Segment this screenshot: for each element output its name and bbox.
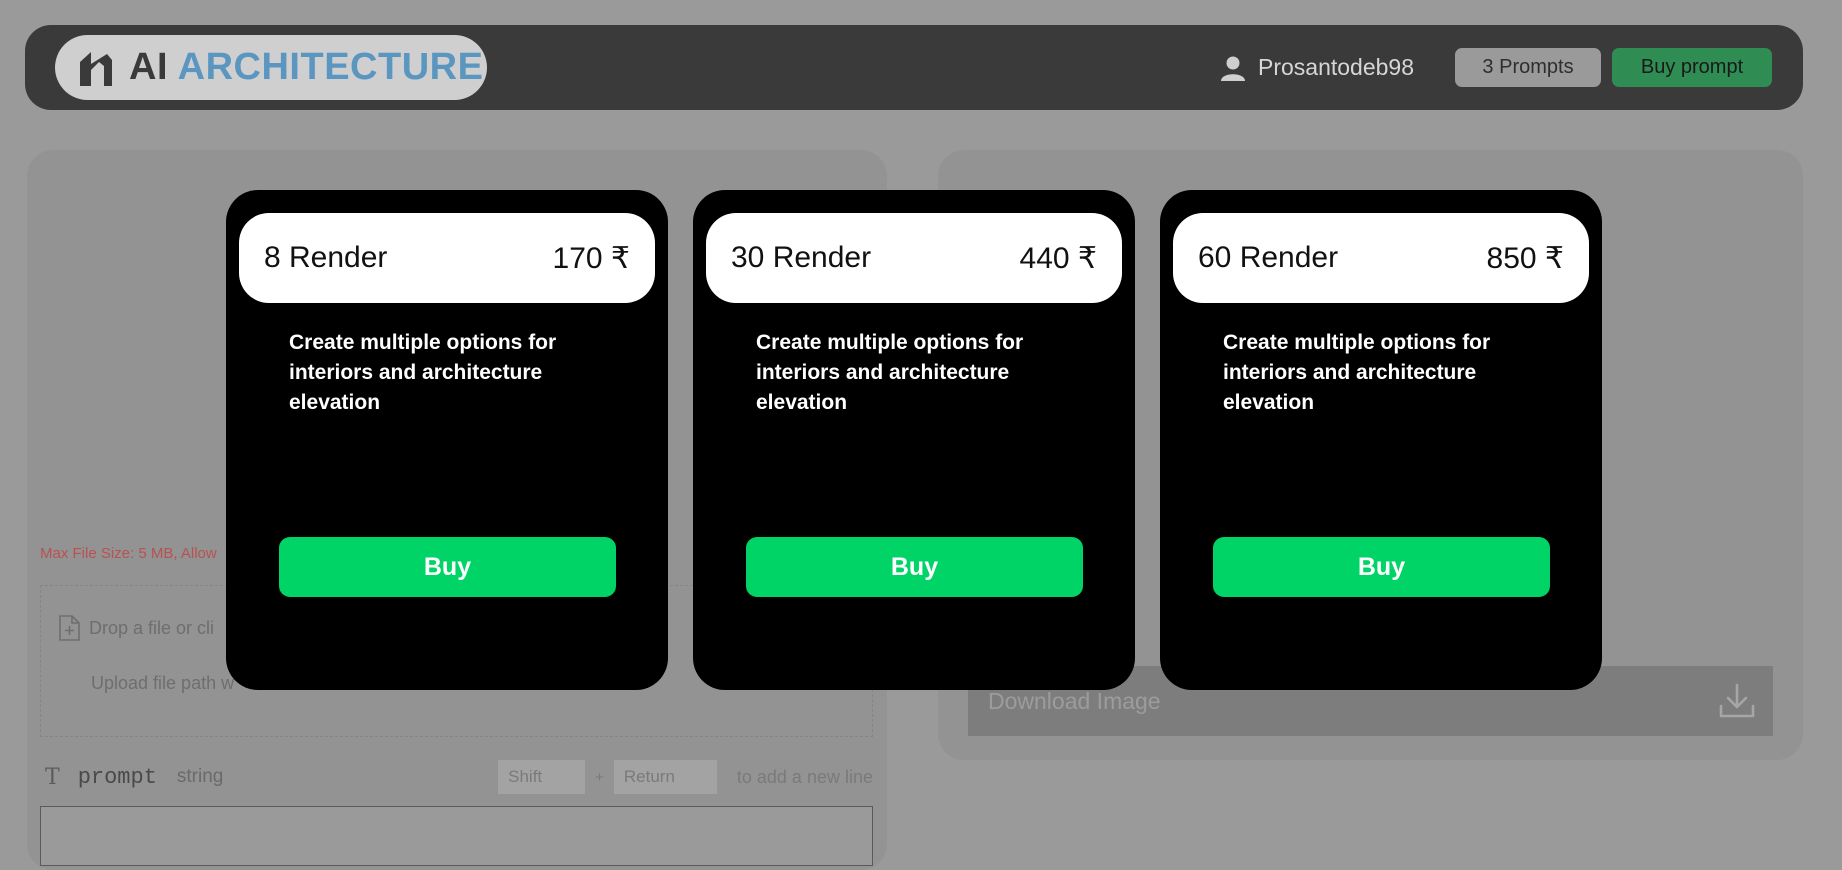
plan-description: Create multiple options for interiors an… [289, 331, 557, 414]
plan-price: 440 ₹ [1019, 241, 1097, 275]
logo-mark-icon [80, 51, 112, 86]
download-label: Download Image [988, 687, 1161, 714]
plan-header: 8 Render 170 ₹ [239, 213, 655, 303]
app-logo[interactable]: AI ARCHITECTURE [55, 35, 487, 100]
plan-card-30-render: 30 Render 440 ₹ Create multiple options … [693, 190, 1135, 690]
text-type-icon: T [45, 764, 60, 790]
plan-name: 30 Render [731, 241, 872, 274]
upload-file-path-link[interactable]: Upload file path w [91, 673, 234, 694]
prompt-field-header: T prompt string Shift + Return to add a … [40, 760, 873, 794]
prompt-textarea[interactable] [40, 806, 873, 866]
app-header: AI ARCHITECTURE Prosantodeb98 3 Prompts … [25, 25, 1803, 110]
prompts-count-button[interactable]: 3 Prompts [1455, 48, 1601, 87]
buy-button[interactable]: Buy [279, 537, 616, 597]
max-file-size-note: Max File Size: 5 MB, Allow [40, 545, 217, 562]
plan-header: 60 Render 850 ₹ [1173, 213, 1589, 303]
file-add-icon [59, 615, 80, 641]
plan-description: Create multiple options for interiors an… [1223, 331, 1491, 414]
plan-name: 8 Render [264, 241, 388, 274]
plan-price: 850 ₹ [1486, 241, 1564, 275]
buy-button[interactable]: Buy [1213, 537, 1550, 597]
newline-hint: to add a new line [736, 766, 873, 787]
download-icon [1719, 683, 1755, 718]
user-menu[interactable]: Prosantodeb98 [1220, 25, 1414, 110]
shift-key-hint: Shift [498, 760, 586, 794]
plan-description: Create multiple options for interiors an… [756, 331, 1024, 414]
return-key-hint: Return [613, 760, 717, 794]
username: Prosantodeb98 [1258, 54, 1415, 80]
plan-price: 170 ₹ [552, 241, 630, 275]
key-plus: + [595, 768, 604, 786]
plan-header: 30 Render 440 ₹ [706, 213, 1122, 303]
logo-accent: ARCHITECTURE [177, 46, 484, 88]
user-icon [1221, 56, 1245, 81]
prompt-type: string [176, 766, 224, 787]
logo-prefix: AI [129, 46, 168, 88]
plan-card-60-render: 60 Render 850 ₹ Create multiple options … [1160, 190, 1602, 690]
plan-name: 60 Render [1198, 241, 1339, 274]
plan-card-8-render: 8 Render 170 ₹ Create multiple options f… [226, 190, 668, 690]
logo-text: AI ARCHITECTURE [129, 46, 483, 89]
buy-prompt-button[interactable]: Buy prompt [1612, 48, 1772, 87]
dropzone-text: Drop a file or cli [89, 617, 215, 638]
dropzone-label[interactable]: Drop a file or cli [58, 615, 214, 641]
prompt-label: prompt [77, 764, 157, 790]
buy-button[interactable]: Buy [746, 537, 1083, 597]
